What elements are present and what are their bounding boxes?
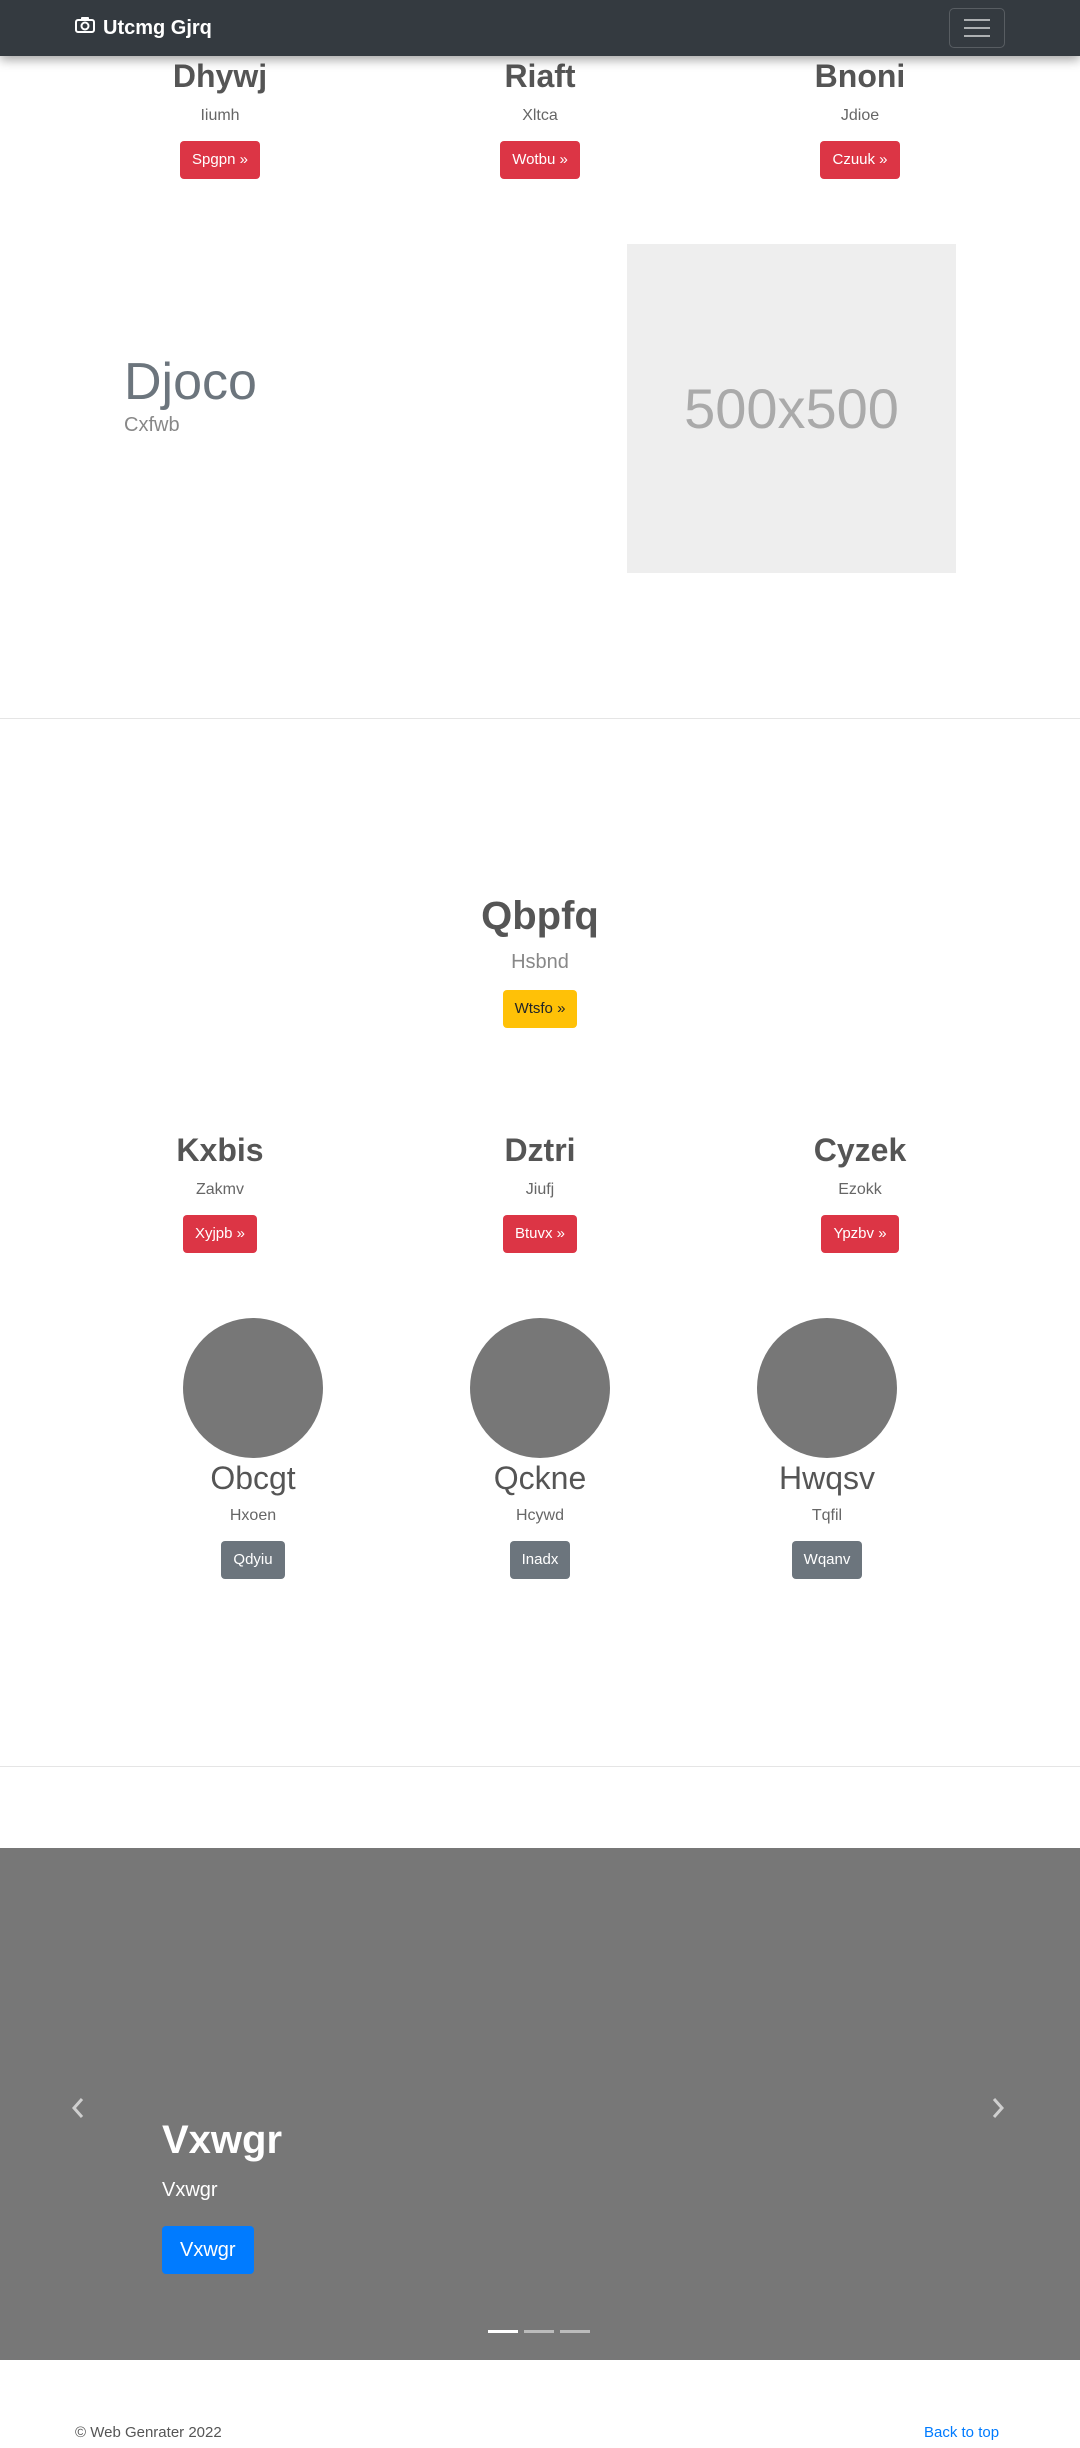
- feature-button[interactable]: Czuuk »: [820, 141, 900, 179]
- feature-text: Xltca: [522, 107, 558, 124]
- navbar: Utcmg Gjrq: [0, 0, 1080, 56]
- feature-title: Cyzek: [813, 1132, 907, 1168]
- circle-card-text: Hcywd: [515, 1507, 564, 1524]
- circle-card-title: Hwqsv: [778, 1460, 875, 1496]
- section-divider: [0, 1766, 1080, 1767]
- feature-text: Jdioe: [840, 107, 880, 124]
- circle-card-text: Hxoen: [229, 1507, 277, 1524]
- feature-column: Kxbis Zakmv Xyjpb »: [140, 1132, 300, 1253]
- hero-section: Qbpfq Hsbnd Wtsfo »: [390, 894, 690, 1028]
- carousel-next-button[interactable]: [990, 2094, 1006, 2128]
- feature-title: Dztri: [504, 1132, 576, 1168]
- feature-button[interactable]: Xyjpb »: [182, 1215, 258, 1253]
- circle-card-button[interactable]: Inadx: [509, 1541, 571, 1579]
- back-to-top-link[interactable]: Back to top: [924, 2424, 999, 2441]
- hamburger-icon: [964, 19, 990, 21]
- feature-title: Kxbis: [176, 1132, 264, 1168]
- carousel-indicator[interactable]: [488, 2330, 518, 2333]
- feature-button[interactable]: Spgpn »: [180, 141, 260, 179]
- circle-card-title: Qckne: [493, 1460, 587, 1496]
- feature-column: Dhywj Iiumh Spgpn »: [140, 58, 300, 179]
- camera-icon: [75, 16, 103, 40]
- feature-text: Jiufj: [525, 1181, 555, 1198]
- feature-column: Cyzek Ezokk Ypzbv »: [780, 1132, 940, 1253]
- feature-button[interactable]: Btuvx »: [502, 1215, 578, 1253]
- feature-title: Riaft: [504, 58, 576, 94]
- feature-title: Dhywj: [172, 58, 268, 94]
- feature-column: Dztri Jiufj Btuvx »: [460, 1132, 620, 1253]
- feature-text: Ezokk: [838, 1181, 882, 1198]
- featurette-subheading: Cxfwb: [124, 414, 180, 436]
- circle-card: Qckne Hcywd Inadx: [440, 1318, 640, 1579]
- circle-card: Hwqsv Tqfil Wqanv: [727, 1318, 927, 1579]
- brand-label: Utcmg Gjrq: [103, 16, 212, 39]
- circle-card: Obcgt Hxoen Qdyiu: [153, 1318, 353, 1579]
- avatar: [757, 1318, 897, 1458]
- feature-text: Zakmv: [196, 1181, 244, 1198]
- featurette-text: Djoco Cxfwb: [124, 352, 257, 437]
- circle-card-text: Tqfil: [811, 1507, 843, 1524]
- avatar: [470, 1318, 610, 1458]
- footer-copyright: © Web Genrater 2022: [75, 2424, 222, 2441]
- carousel-button[interactable]: Vxwgr: [162, 2226, 254, 2274]
- hero-text: Hsbnd: [511, 951, 569, 973]
- carousel-title: Vxwgr: [162, 2118, 283, 2162]
- circle-card-button[interactable]: Qdyiu: [221, 1541, 285, 1579]
- featurette-heading: Djoco: [124, 353, 257, 411]
- feature-button[interactable]: Ypzbv »: [821, 1215, 899, 1253]
- feature-column: Riaft Xltca Wotbu »: [460, 58, 620, 179]
- carousel-indicator[interactable]: [560, 2330, 590, 2333]
- carousel-indicator[interactable]: [524, 2330, 554, 2333]
- carousel-caption: Vxwgr Vxwgr Vxwgr: [162, 2118, 282, 2274]
- carousel-text: Vxwgr: [162, 2179, 218, 2201]
- circle-card-button[interactable]: Wqanv: [791, 1541, 863, 1579]
- hero-title: Qbpfq: [481, 894, 599, 938]
- carousel-prev-button[interactable]: [70, 2094, 86, 2128]
- hero-button[interactable]: Wtsfo »: [502, 990, 578, 1028]
- feature-button[interactable]: Wotbu »: [500, 141, 580, 179]
- avatar: [183, 1318, 323, 1458]
- circle-card-title: Obcgt: [210, 1460, 296, 1496]
- feature-column: Bnoni Jdioe Czuuk »: [780, 58, 940, 179]
- chevron-right-icon: [992, 2098, 1005, 2118]
- navbar-toggle-button[interactable]: [949, 8, 1005, 48]
- feature-title: Bnoni: [814, 58, 906, 94]
- featurette-image-placeholder: 500x500: [627, 244, 956, 573]
- carousel-indicators: [488, 2330, 590, 2333]
- feature-text: Iiumh: [200, 107, 240, 124]
- section-divider: [0, 718, 1080, 719]
- chevron-left-icon: [71, 2098, 84, 2118]
- carousel: Vxwgr Vxwgr Vxwgr: [0, 1848, 1080, 2360]
- placeholder-label: 500x500: [684, 377, 899, 440]
- brand[interactable]: Utcmg Gjrq: [75, 0, 212, 56]
